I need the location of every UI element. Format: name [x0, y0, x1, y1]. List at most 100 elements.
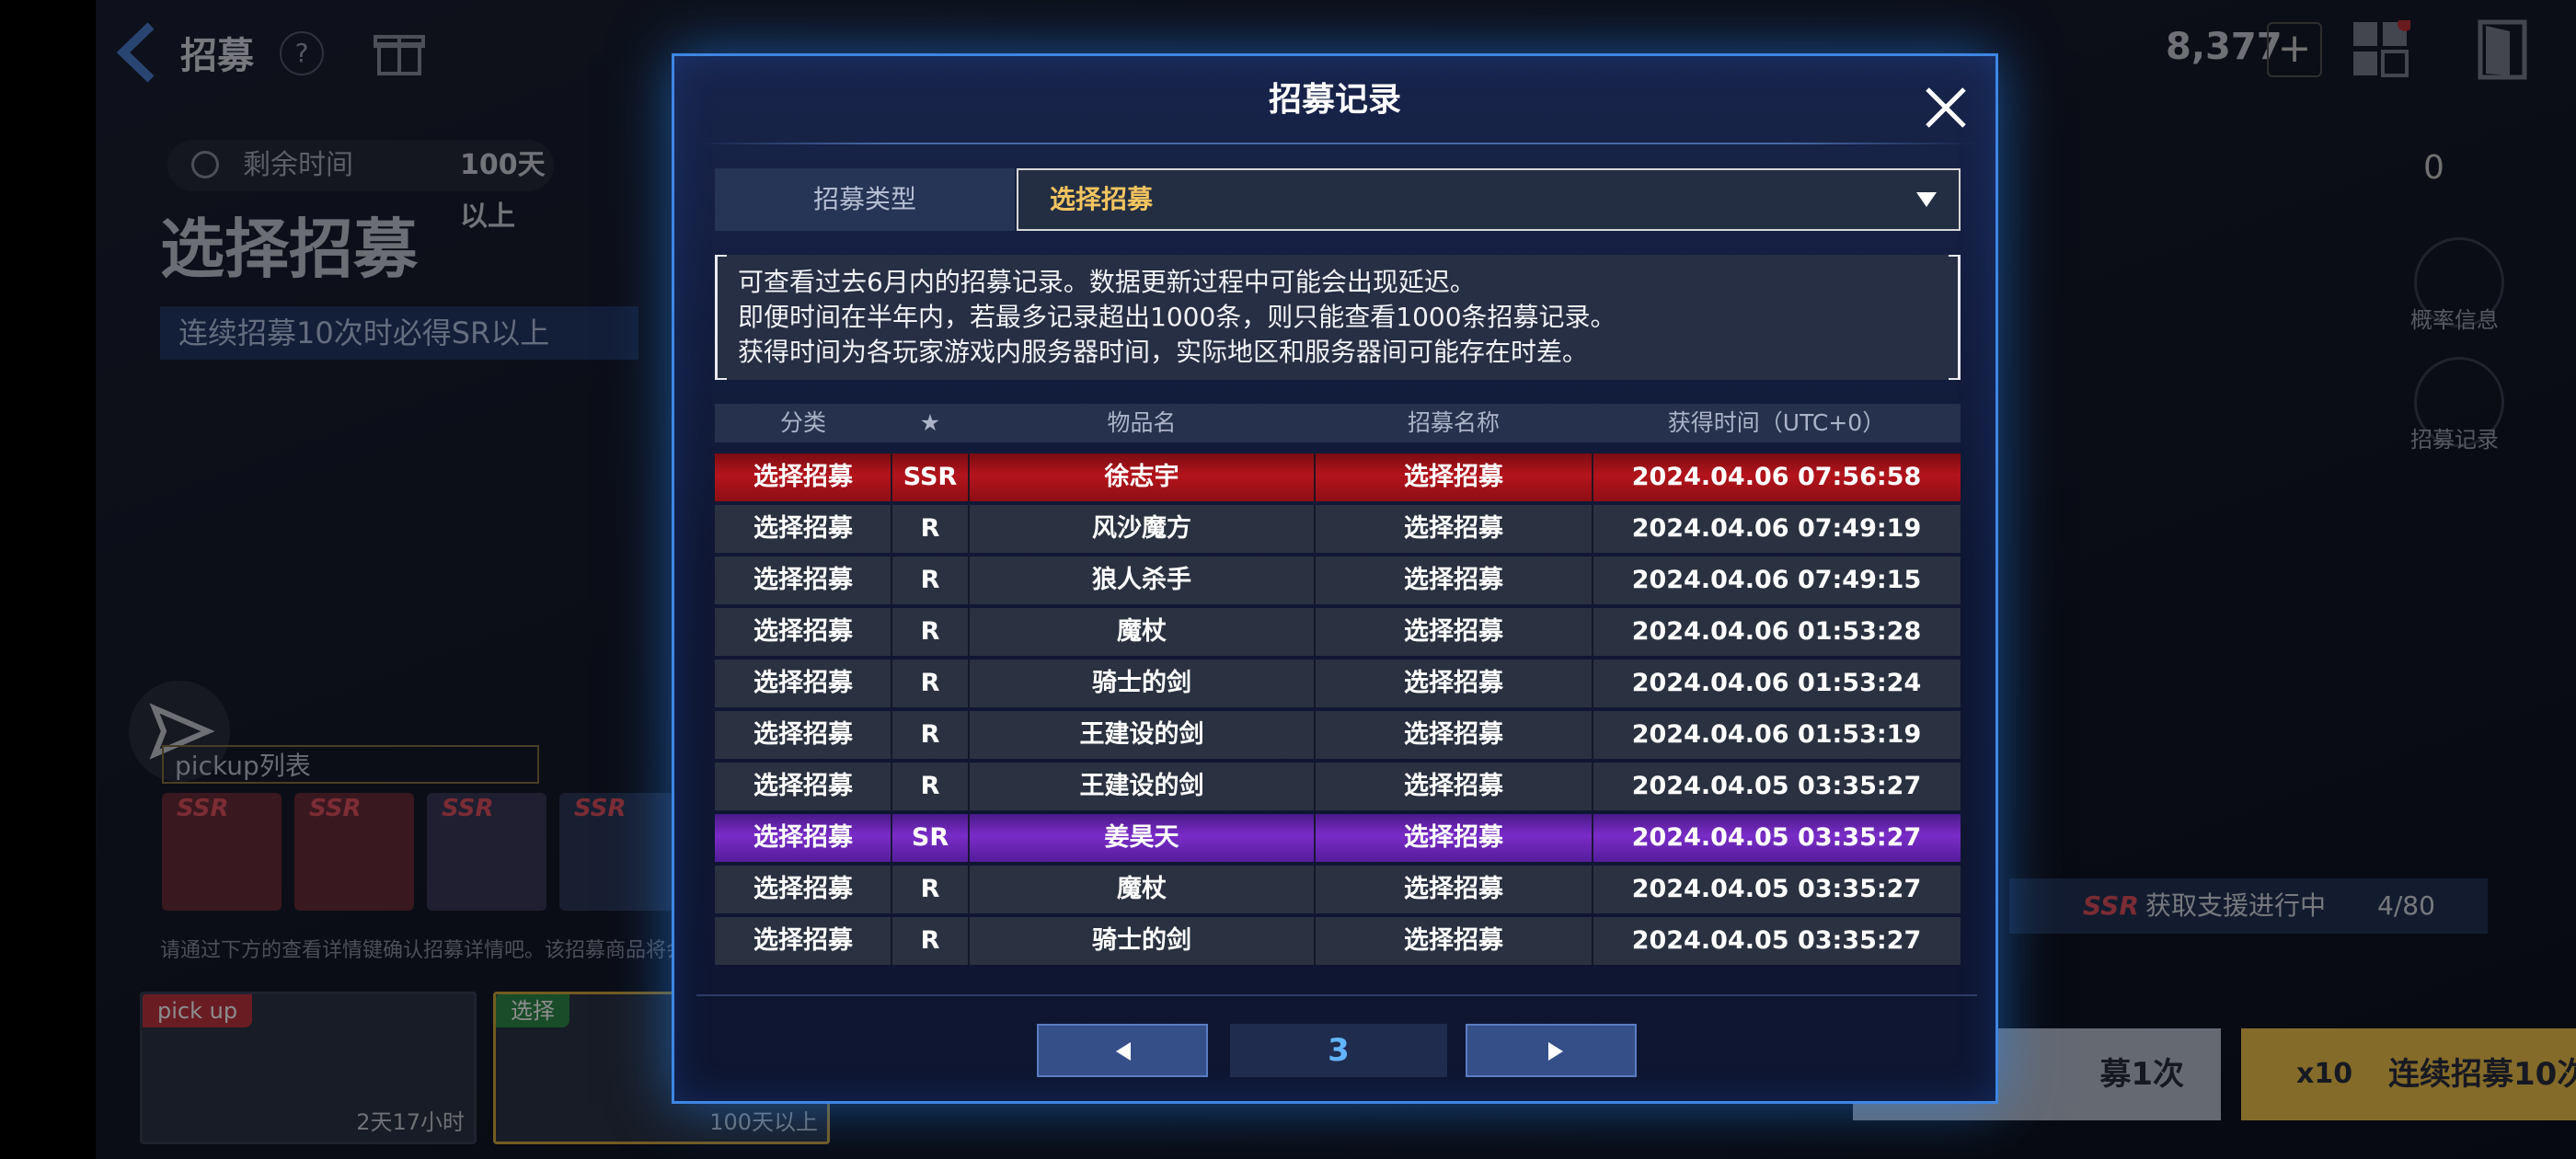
cell-item: 王建设的剑 [1079, 720, 1204, 749]
next-page-button[interactable] [1466, 1024, 1637, 1077]
column-separator [891, 608, 892, 656]
cell-rarity: R [920, 566, 940, 594]
page-number: 3 [1230, 1024, 1447, 1077]
prev-page-icon [1116, 1042, 1131, 1061]
cell-recruit-name: 选择招募 [1404, 669, 1503, 697]
cell-category: 选择招募 [753, 720, 853, 749]
banner-time: 100天以上 [709, 1109, 818, 1135]
table-row: 选择招募 R 魔杖 选择招募 2024.04.06 01:53:28 [715, 608, 1961, 656]
column-separator [968, 453, 970, 501]
column-separator [1592, 917, 1593, 965]
cell-item: 风沙魔方 [1092, 514, 1191, 543]
add-currency-button[interactable]: + [2267, 22, 2322, 77]
ten-recruit-button[interactable]: x10 连续招募10次 [2241, 1028, 2576, 1120]
gift-icon[interactable] [372, 22, 427, 77]
column-separator [968, 763, 970, 810]
help-icon[interactable]: ? [280, 31, 324, 75]
remaining-label: 剩余时间 [243, 149, 353, 181]
recruit-history-label: 招募记录 [2410, 427, 2499, 453]
column-separator [891, 763, 892, 810]
table-row: 选择招募 R 王建设的剑 选择招募 2024.04.06 01:53:19 [715, 711, 1961, 759]
back-arrow-icon[interactable] [114, 20, 160, 85]
table-row: 选择招募 R 风沙魔方 选择招募 2024.04.06 07:49:19 [715, 505, 1961, 553]
cell-rarity: R [920, 669, 940, 697]
column-separator [1592, 608, 1593, 656]
column-header-rarity: ★ [919, 409, 941, 436]
cell-time: 2024.04.05 03:35:27 [1631, 926, 1922, 955]
cell-recruit-name: 选择招募 [1404, 772, 1503, 800]
close-icon[interactable] [1920, 82, 1972, 133]
column-separator [1314, 505, 1316, 553]
pickup-card[interactable]: SSR [559, 793, 679, 911]
recruit-type-label: 招募类型 [715, 168, 1015, 231]
column-separator [968, 866, 970, 913]
cell-rarity: R [920, 772, 940, 800]
cell-rarity: SR [911, 823, 949, 852]
column-separator [891, 917, 892, 965]
prev-page-button[interactable] [1037, 1024, 1208, 1077]
grid-menu-icon[interactable] [2352, 20, 2410, 79]
support-progress[interactable]: SSR 获取支援进行中 4/80 [2009, 878, 2488, 934]
cell-item: 魔杖 [1117, 617, 1167, 646]
column-separator [1314, 660, 1316, 707]
info-line: 即便时间在半年内，若最多记录超出1000条，则只能查看1000条招募记录。 [738, 302, 1616, 332]
column-separator [968, 557, 970, 604]
pickup-card[interactable]: SSR [162, 793, 282, 911]
column-separator [1314, 557, 1316, 604]
cell-recruit-name: 选择招募 [1404, 875, 1503, 903]
cell-time: 2024.04.06 01:53:28 [1631, 617, 1922, 646]
pickup-card[interactable]: SSR [427, 793, 546, 911]
column-separator [1592, 453, 1593, 501]
divider [696, 143, 1977, 144]
clock-icon [191, 151, 219, 178]
column-separator [1592, 763, 1593, 810]
recruit-type-value: 选择招募 [1050, 184, 1154, 214]
ssr-badge: SSR [309, 795, 362, 822]
banner-title: 选择招募 [160, 212, 418, 287]
probability-info-label: 概率信息 [2410, 307, 2499, 333]
cell-item: 姜昊天 [1104, 823, 1179, 852]
banner-tab-pickup[interactable]: pick up 2天17小时 [140, 992, 477, 1144]
cell-time: 2024.04.06 07:49:15 [1631, 566, 1922, 594]
cell-category: 选择招募 [753, 875, 853, 903]
column-separator [891, 814, 892, 862]
banner-tag: 选择 [496, 994, 569, 1027]
cell-time: 2024.04.06 01:53:19 [1631, 720, 1922, 749]
ssr-badge: SSR [574, 795, 627, 822]
exit-door-icon[interactable] [2477, 18, 2528, 81]
cell-time: 2024.04.06 07:49:19 [1631, 514, 1922, 543]
notice-text: 请通过下方的查看详情键确认招募详情吧。该招募商品将会 [160, 939, 687, 962]
column-separator [1314, 453, 1316, 501]
column-separator [968, 711, 970, 759]
ssr-badge: SSR [442, 795, 494, 822]
info-notice-box: 可查看过去6月内的招募记录。数据更新过程中可能会出现延迟。 即便时间在半年内，若… [715, 255, 1961, 380]
recruit-type-select[interactable]: 选择招募 [1017, 168, 1961, 231]
pickup-card[interactable]: SSR [294, 793, 414, 911]
column-header-item: 物品名 [1107, 409, 1177, 436]
info-line: 可查看过去6月内的招募记录。数据更新过程中可能会出现延迟。 [738, 267, 1476, 297]
cell-category: 选择招募 [753, 617, 853, 646]
cell-item: 骑士的剑 [1092, 926, 1191, 955]
next-page-icon [1548, 1042, 1563, 1061]
divider [696, 994, 1977, 996]
table-row: 选择招募 R 魔杖 选择招募 2024.04.05 03:35:27 [715, 866, 1961, 913]
column-separator [891, 660, 892, 707]
column-separator [891, 505, 892, 553]
cell-item: 骑士的剑 [1092, 669, 1191, 697]
banner-tag: pick up [143, 994, 253, 1027]
column-separator [1314, 763, 1316, 810]
cell-item: 徐志宇 [1104, 463, 1179, 491]
dropdown-caret-icon [1916, 192, 1937, 207]
cell-rarity: R [920, 926, 940, 955]
cell-recruit-name: 选择招募 [1404, 823, 1503, 852]
table-row: 选择招募 SSR 徐志宇 选择招募 2024.04.06 07:56:58 [715, 453, 1961, 501]
guarantee-note: 连续招募10次时必得SR以上 [160, 306, 638, 360]
cell-item: 狼人杀手 [1092, 566, 1191, 594]
cell-rarity: R [920, 514, 940, 543]
column-separator [891, 866, 892, 913]
table-row: 选择招募 R 骑士的剑 选择招募 2024.04.06 01:53:24 [715, 660, 1961, 707]
ssr-badge: SSR [177, 795, 229, 822]
cell-item: 王建设的剑 [1079, 772, 1204, 800]
cell-time: 2024.04.06 07:56:58 [1631, 463, 1922, 491]
table-row: 选择招募 R 王建设的剑 选择招募 2024.04.05 03:35:27 [715, 763, 1961, 810]
